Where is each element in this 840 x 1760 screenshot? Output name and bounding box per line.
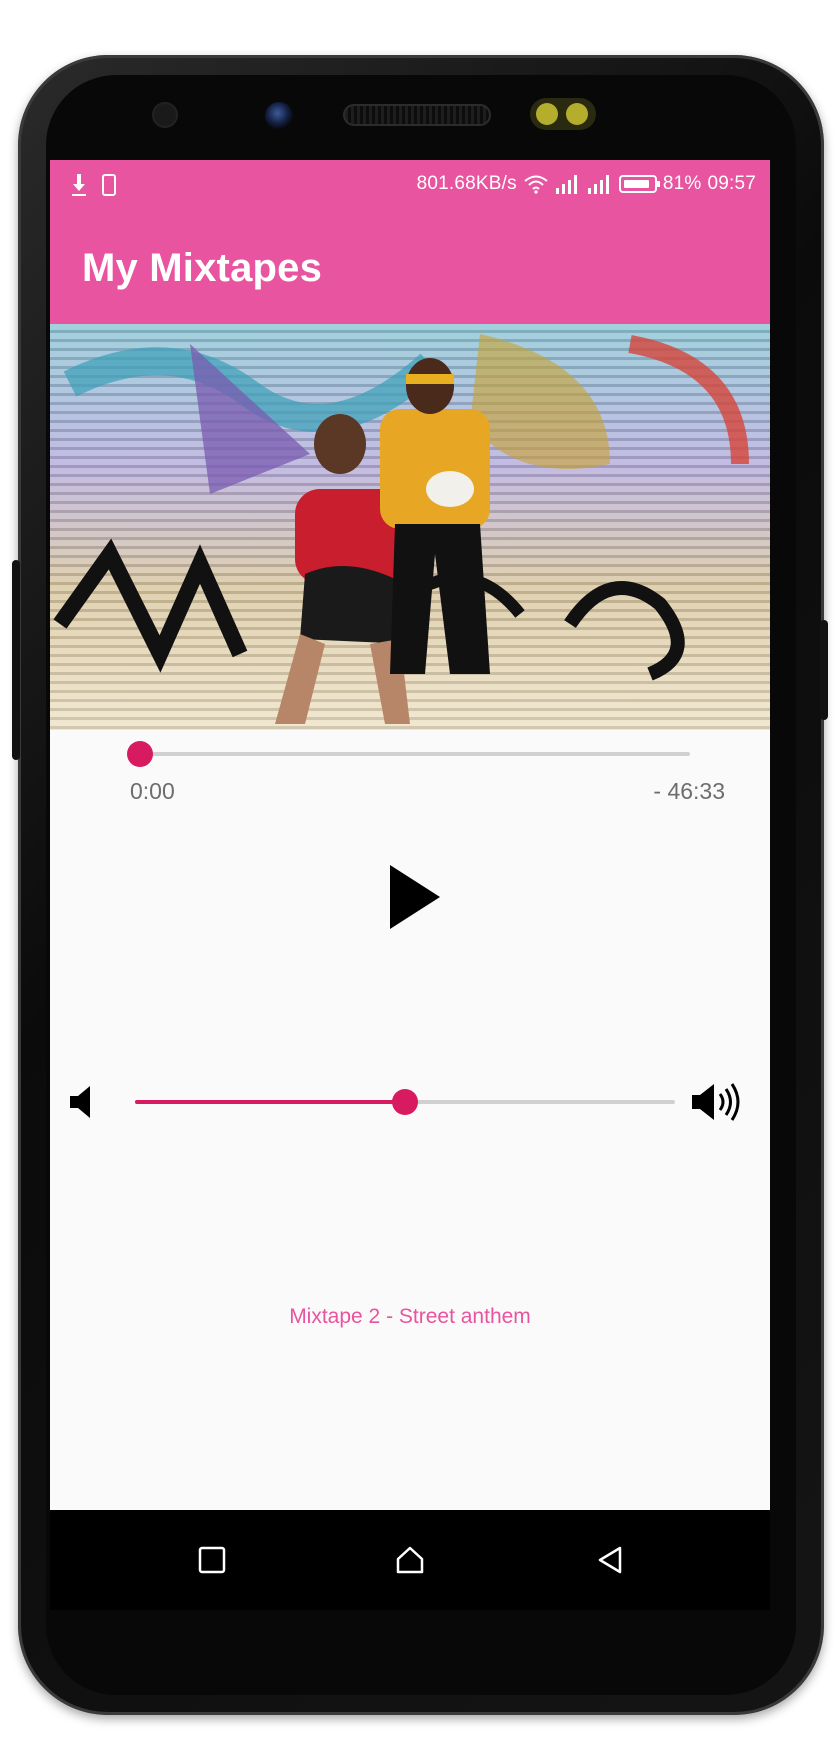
volume-high-icon[interactable] <box>690 1080 746 1124</box>
volume-low-icon[interactable] <box>68 1082 98 1122</box>
download-icon <box>72 174 86 196</box>
status-bar: 801.68KB/s 81% 09:57 <box>50 160 770 212</box>
app-screen: 801.68KB/s 81% 09:57 My Mixtapes 0:00 - … <box>50 160 770 1510</box>
front-flash <box>530 98 596 130</box>
earpiece-speaker <box>343 104 491 126</box>
app-title: My Mixtapes <box>82 246 323 290</box>
signal-icon <box>555 175 577 194</box>
battery-icon <box>618 175 660 193</box>
elapsed-time: 0:00 <box>130 778 175 804</box>
play-icon[interactable] <box>390 865 440 929</box>
wifi-icon <box>524 175 548 194</box>
status-time: 09:57 <box>707 173 756 194</box>
album-art-image <box>50 324 770 730</box>
phone-side-button <box>12 560 20 760</box>
track-title: Mixtape 2 - Street anthem <box>289 1305 531 1328</box>
seek-bar[interactable] <box>127 741 690 767</box>
home-icon[interactable] <box>388 1538 432 1582</box>
network-speed: 801.68KB/s <box>416 173 517 194</box>
back-icon[interactable] <box>588 1538 632 1582</box>
recent-apps-icon[interactable] <box>190 1538 234 1582</box>
volume-slider-fill <box>135 1100 405 1104</box>
phone-power-button <box>820 620 828 720</box>
volume-slider[interactable] <box>135 1089 675 1115</box>
app-bar: My Mixtapes <box>50 212 770 324</box>
proximity-sensor <box>152 102 178 128</box>
seek-bar-thumb[interactable] <box>127 741 153 767</box>
volume-slider-thumb[interactable] <box>392 1089 418 1115</box>
navigation-bar <box>50 1510 770 1610</box>
front-camera <box>265 102 293 130</box>
battery-percent: 81% <box>662 173 702 194</box>
signal-icon <box>587 175 609 194</box>
phone-check-icon <box>102 174 116 196</box>
remaining-time: - 46:33 <box>653 778 725 804</box>
